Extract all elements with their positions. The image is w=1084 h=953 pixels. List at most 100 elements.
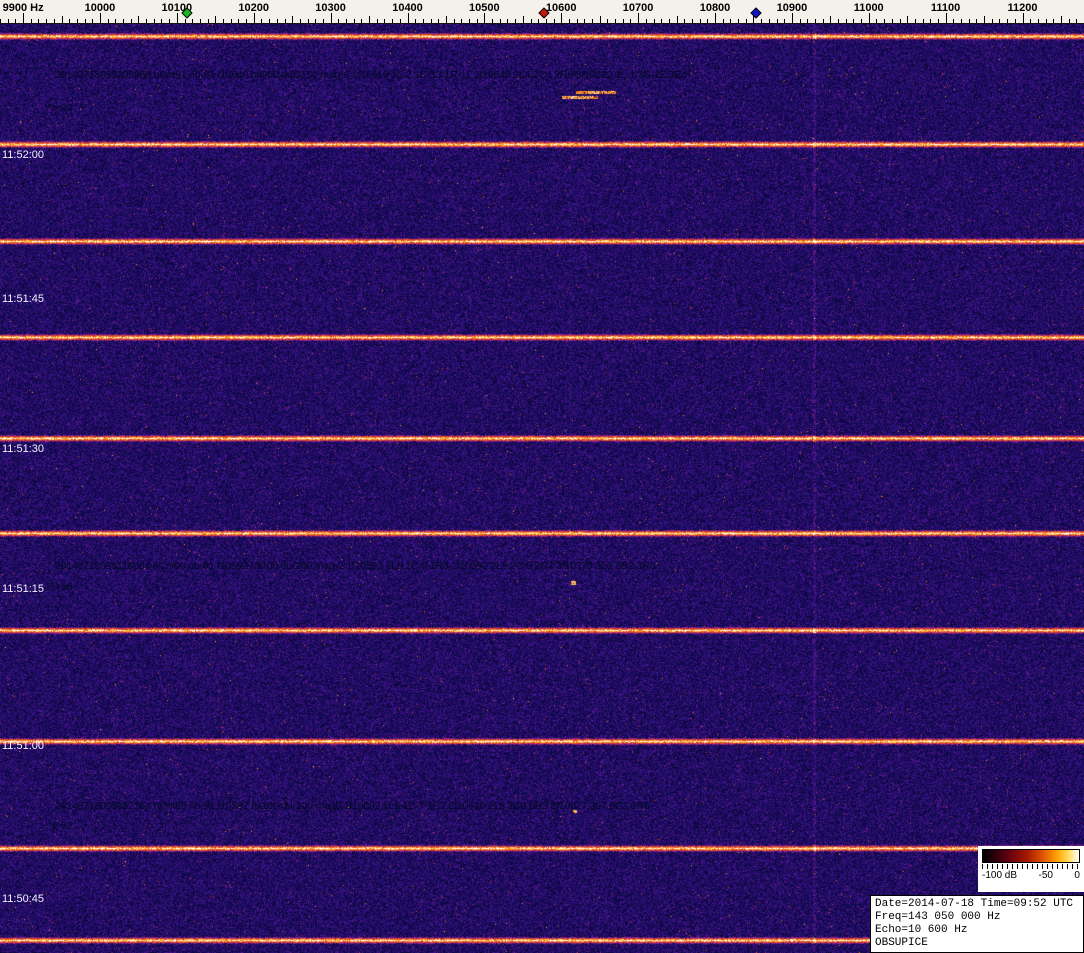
ruler-tick (415, 19, 417, 23)
ruler-tick (476, 19, 478, 23)
ruler-tick (1022, 13, 1024, 23)
ruler-tick (653, 19, 655, 23)
ruler-tick (276, 19, 278, 23)
ruler-tick (661, 19, 663, 23)
ruler-tick (1014, 19, 1016, 23)
ruler-tick (914, 19, 916, 23)
ruler-tick (576, 19, 578, 23)
ruler-tick (92, 19, 94, 23)
ruler-tick (699, 19, 701, 23)
ruler-tick (515, 19, 517, 23)
ruler-tick (23, 13, 25, 23)
ruler-tick (830, 16, 832, 23)
freq-label: 10600 (545, 2, 577, 14)
ruler-tick (1060, 16, 1062, 23)
ruler-tick (184, 19, 186, 23)
ruler-tick (307, 19, 309, 23)
ruler-tick (730, 19, 732, 23)
freq-label: 10000 (84, 2, 116, 14)
ruler-tick (215, 16, 217, 23)
ruler-tick (7, 19, 9, 23)
ruler-tick (768, 19, 770, 23)
ruler-tick (207, 19, 209, 23)
ruler-tick (961, 19, 962, 23)
ruler-tick (15, 19, 17, 23)
ruler-tick (745, 19, 747, 23)
ruler-tick (76, 19, 78, 23)
ruler-tick (199, 19, 201, 23)
ruler-tick (453, 19, 455, 23)
ruler-tick (46, 19, 48, 23)
ruler-tick (676, 16, 678, 23)
ruler-tick (484, 13, 486, 23)
freq-label: 10800 (699, 2, 731, 14)
ruler-tick (522, 16, 524, 23)
ruler-tick (622, 19, 624, 23)
ruler-tick (1007, 19, 1009, 23)
ruler-tick (799, 19, 801, 23)
ruler-tick (238, 19, 240, 23)
ruler-tick (907, 16, 909, 23)
ruler-tick (499, 19, 501, 23)
colorbar-label-mid: -50 (1038, 870, 1053, 881)
marker-blue-diamond-icon[interactable] (750, 7, 762, 19)
freq-label: 10300 (315, 2, 346, 14)
freq-label: 10200 (238, 2, 269, 14)
ruler-tick (645, 19, 647, 23)
ruler-tick (376, 19, 378, 23)
ruler-tick (761, 19, 763, 23)
ruler-tick (61, 16, 63, 23)
ruler-tick (176, 13, 178, 23)
ruler-tick (638, 13, 640, 23)
ruler-tick (584, 19, 586, 23)
ruler-tick (53, 19, 55, 23)
ruler-tick (822, 19, 824, 23)
ruler-tick (568, 19, 570, 23)
ruler-tick (353, 19, 355, 23)
ruler-tick (922, 19, 924, 23)
ruler-tick (38, 19, 40, 23)
ruler-tick (538, 19, 540, 23)
ruler-tick (392, 19, 394, 23)
ruler-tick (84, 19, 86, 23)
ruler-tick (69, 19, 71, 23)
ruler-tick (553, 19, 555, 23)
ruler-tick (899, 19, 901, 23)
ruler-tick (261, 19, 263, 23)
freq-label: 10700 (622, 2, 654, 14)
ruler-tick (1045, 19, 1047, 23)
ruler-tick (492, 19, 493, 23)
ruler-tick (407, 13, 409, 23)
ruler-tick (722, 19, 724, 23)
freq-label: 11100 (930, 2, 961, 14)
ruler-tick (684, 19, 686, 23)
ruler-tick (791, 13, 793, 23)
ruler-tick (384, 19, 386, 23)
spectrogram-waterfall[interactable] (0, 24, 1084, 953)
colorbar-ticks (982, 864, 1080, 869)
ruler-tick (253, 13, 255, 23)
meteor-spectrogram-app: 9900 Hz 10000 10100 10200 10300 10400 10500 106… (0, 0, 1084, 953)
ruler-tick (838, 19, 839, 23)
ruler-tick (1037, 19, 1039, 23)
colorbar-panel: -100 dB -50 0 (978, 846, 1084, 892)
freq-label: 10900 (776, 2, 808, 14)
freq-label: 10500 (469, 2, 500, 14)
ruler-tick (545, 19, 547, 23)
ruler-tick (130, 19, 132, 23)
ruler-tick (845, 19, 847, 23)
ruler-tick (861, 19, 862, 23)
ruler-tick (1030, 19, 1032, 23)
ruler-tick (807, 19, 809, 23)
ruler-tick (146, 19, 148, 23)
ruler-tick (107, 19, 109, 23)
ruler-tick (299, 19, 301, 23)
info-line-datetime: Date=2014-07-18 Time=09:52 UTC (875, 898, 1074, 910)
ruler-tick (0, 19, 1, 23)
ruler-tick (469, 19, 470, 23)
freq-label: 11200 (1007, 2, 1038, 14)
colorbar-label-max: 0 (1074, 870, 1080, 881)
ruler-tick (438, 19, 440, 23)
frequency-ruler: 9900 Hz 10000 10100 10200 10300 10400 10500 106… (0, 0, 1084, 24)
ruler-tick (153, 19, 155, 23)
